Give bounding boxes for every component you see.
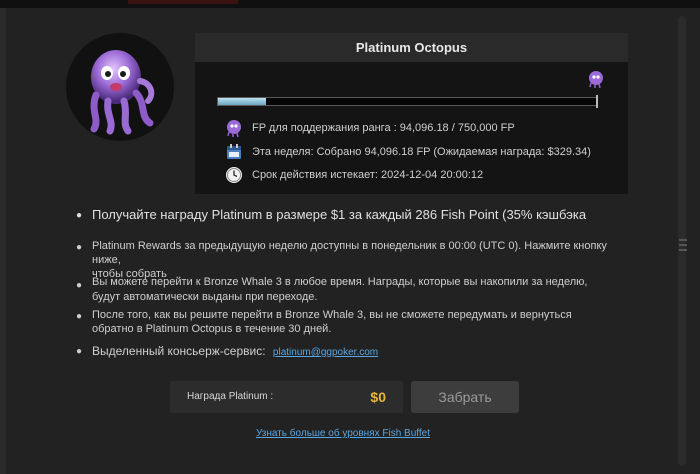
window-left-edge	[0, 8, 6, 474]
top-bar	[0, 0, 700, 8]
list-item: ● Вы можете перейти к Bronze Whale 3 в л…	[76, 276, 588, 303]
calendar-icon	[227, 144, 241, 159]
clock-icon	[226, 167, 242, 183]
learn-more-link[interactable]: Узнать больше об уровнях Fish Buffet	[0, 428, 686, 439]
switch-anytime-text-line2: будут автоматически выданы при переходе.	[92, 291, 318, 303]
rank-avatar	[66, 33, 174, 141]
list-item: ● После того, как вы решите перейти в Br…	[76, 309, 572, 335]
switch-lock-text-line2: обратно в Platinum Octopus в течение 30 …	[92, 323, 332, 335]
octopus-rank-icon	[589, 71, 603, 88]
rank-panel: Platinum Octopus FP для поддержания ранг…	[195, 33, 628, 194]
concierge-email-link[interactable]: platinum@ggpoker.com	[273, 347, 378, 358]
rank-progress-fill	[218, 98, 266, 105]
rank-progress-bar	[217, 97, 598, 106]
octopus-rank-icon	[227, 120, 241, 137]
this-week-text: Эта неделя: Собрано 94,096.18 FP (Ожидае…	[252, 146, 591, 158]
scrollbar-grip[interactable]	[678, 236, 688, 258]
rank-title: Platinum Octopus	[195, 33, 628, 62]
reward-box: Награда Platinum : $0	[170, 381, 403, 413]
concierge-label: Выделенный консьерж-сервис:	[92, 344, 266, 358]
list-item: ● Получайте награду Platinum в размере $…	[76, 207, 587, 222]
progress-goal-marker	[596, 95, 598, 108]
claim-button[interactable]: Забрать	[411, 381, 519, 413]
octopus-avatar-icon	[90, 50, 155, 135]
cashback-text: Получайте награду Platinum в размере $1 …	[92, 207, 587, 222]
list-item: ● Выделенный консьерж-сервис: platinum@g…	[76, 344, 379, 358]
expiry-text: Срок действия истекает: 2024-12-04 20:00…	[252, 169, 484, 181]
switch-lock-text-line1: После того, как вы решите перейти в Bron…	[92, 309, 572, 321]
weekly-rewards-text-line1: Platinum Rewards за предыдущую неделю до…	[92, 240, 607, 266]
reward-value: $0	[370, 389, 386, 405]
reward-label: Награда Platinum :	[187, 391, 274, 402]
switch-anytime-text-line1: Вы можете перейти к Bronze Whale 3 в люб…	[92, 276, 588, 288]
fp-maintain-text: FP для поддержания ранга : 94,096.18 / 7…	[252, 122, 515, 134]
rank-details: FP для поддержания ранга : 94,096.18 / 7…	[195, 62, 628, 194]
top-bar-accent	[128, 0, 238, 4]
